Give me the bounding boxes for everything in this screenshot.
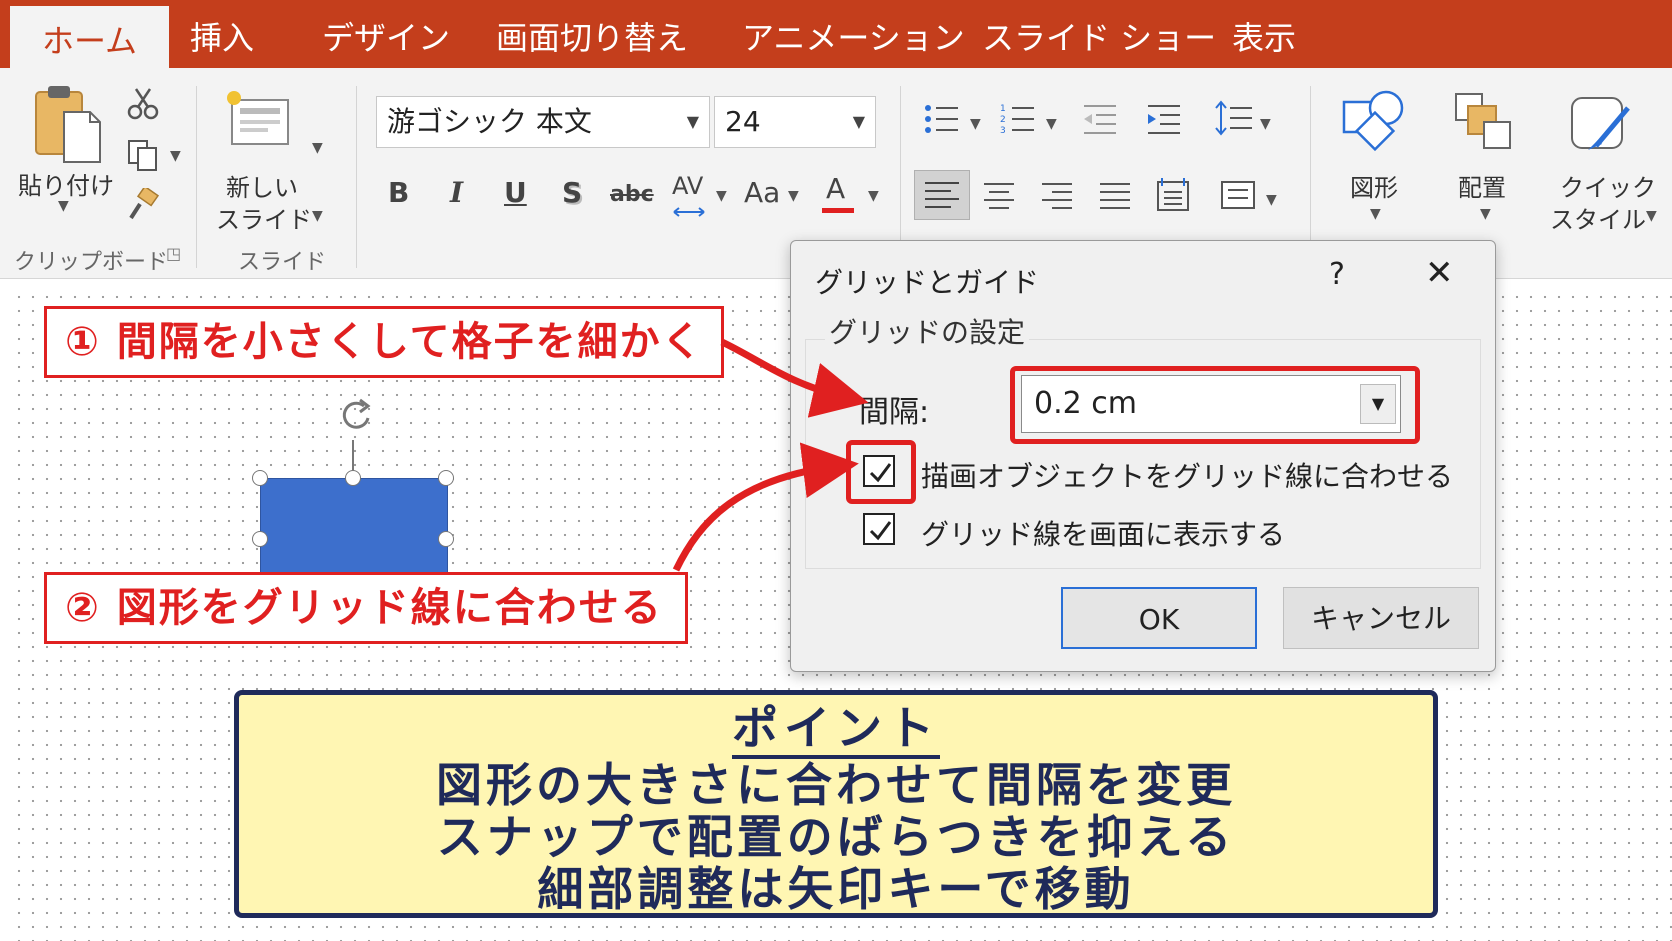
point-line-1: 図形の大きさに合わせて間隔を変更 <box>436 758 1236 812</box>
point-line-2: スナップで配置のばらつきを抑える <box>436 810 1236 864</box>
point-summary-box: ポイント 図形の大きさに合わせて間隔を変更 スナップで配置のばらつきを抑える 細… <box>234 690 1438 918</box>
arrow-to-snap-icon <box>672 442 859 572</box>
point-title: ポイント <box>732 701 940 759</box>
arrow-to-spacing-icon <box>720 338 869 418</box>
point-line-3: 細部調整は矢印キーで移動 <box>537 862 1135 916</box>
